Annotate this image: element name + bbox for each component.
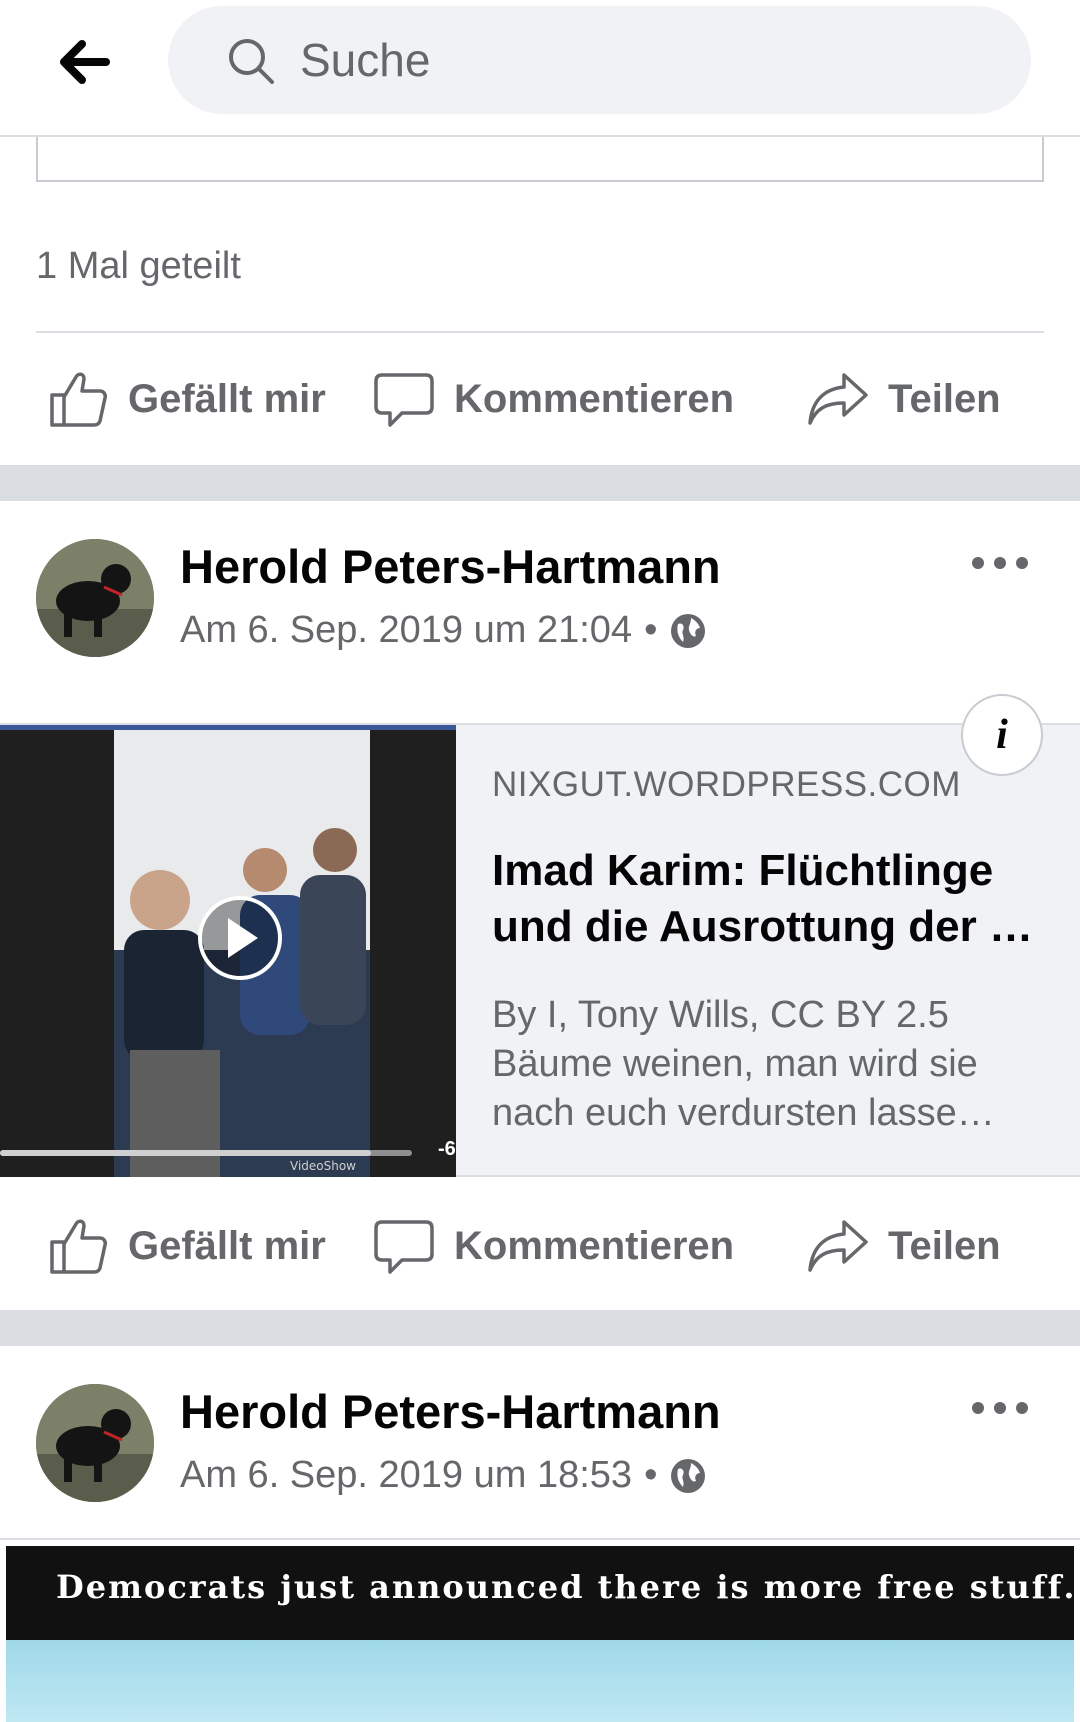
comment-label: Kommentieren [454, 376, 735, 421]
like-button[interactable]: Gefällt mir [46, 1196, 326, 1296]
link-desc-line: By I, Tony Wills, CC BY 2.5 [492, 994, 949, 1036]
video-progress-fill [0, 1150, 371, 1156]
meta-separator: • [644, 1454, 658, 1496]
link-title: Imad Karim: Flüchtlinge und die Ausrottu… [492, 843, 1052, 955]
globe-icon[interactable] [669, 612, 707, 650]
timestamp[interactable]: Am 6. Sep. 2019 um 18:53 [180, 1454, 632, 1497]
timestamp[interactable]: Am 6. Sep. 2019 um 21:04 [180, 609, 632, 652]
share-arrow-icon [808, 1220, 868, 1272]
post-1-footer: 1 Mal geteilt Gefällt mir Kommentieren T… [0, 137, 1080, 465]
search-input[interactable] [300, 30, 980, 90]
dog-avatar-icon [36, 1384, 154, 1502]
feed-separator [0, 465, 1080, 501]
like-label: Gefällt mir [128, 1223, 326, 1268]
image-caption: Democrats just announced there is more f… [56, 1568, 1074, 1606]
like-button[interactable]: Gefällt mir [46, 349, 326, 449]
more-dot-icon [1016, 1402, 1028, 1414]
comment-label: Kommentieren [454, 1223, 735, 1268]
search-box[interactable] [168, 6, 1031, 114]
globe-icon[interactable] [669, 1457, 707, 1495]
more-dot-icon [994, 1402, 1006, 1414]
link-title-line: und die Ausrottung der … [492, 902, 1033, 951]
feed-separator [0, 1310, 1080, 1346]
share-label: Teilen [888, 1223, 1001, 1268]
video-thumbnail[interactable]: VideoShow -6 [0, 725, 456, 1177]
share-button[interactable]: Teilen [806, 349, 1001, 449]
divider [0, 1538, 1080, 1540]
more-dot-icon [1016, 557, 1028, 569]
more-options-button[interactable] [972, 1388, 1028, 1428]
post-2-header: Herold Peters-Hartmann Am 6. Sep. 2019 u… [0, 501, 1080, 701]
share-arrow-icon [808, 373, 868, 425]
link-preview-card[interactable]: VideoShow -6 NIXGUT.WORDPRESS.COM Imad K… [0, 723, 1080, 1177]
thumbs-up-icon [50, 1219, 107, 1274]
comment-icon [374, 1220, 434, 1274]
more-options-button[interactable] [972, 543, 1028, 583]
post-image[interactable]: Democrats just announced there is more f… [6, 1546, 1074, 1722]
more-dot-icon [972, 1402, 984, 1414]
video-progress-track[interactable] [0, 1150, 412, 1156]
video-frame: VideoShow [0, 730, 456, 1177]
more-dot-icon [972, 557, 984, 569]
more-dot-icon [994, 557, 1006, 569]
author-name[interactable]: Herold Peters-Hartmann [180, 1384, 721, 1439]
thumbs-up-icon [50, 372, 107, 427]
comment-button[interactable]: Kommentieren [372, 349, 734, 449]
video-time-remaining: -6 [438, 1138, 456, 1160]
image-sky [6, 1640, 1074, 1722]
search-icon [229, 39, 274, 84]
post-1-action-bar: Gefällt mir Kommentieren Teilen [0, 349, 1080, 449]
post-meta: Am 6. Sep. 2019 um 21:04 • [180, 609, 707, 652]
link-desc-line: Bäume weinen, man wird sie [492, 1043, 978, 1085]
link-domain: NIXGUT.WORDPRESS.COM [492, 765, 961, 804]
link-description: By I, Tony Wills, CC BY 2.5 Bäume weinen… [492, 991, 1052, 1138]
post-1-embed-remnant[interactable] [36, 137, 1044, 182]
avatar[interactable] [36, 1384, 154, 1502]
post-meta: Am 6. Sep. 2019 um 18:53 • [180, 1454, 707, 1497]
info-button[interactable]: i [961, 694, 1043, 776]
like-label: Gefällt mir [128, 376, 326, 421]
link-desc-line: nach euch verdursten lasse… [492, 1092, 995, 1134]
comment-button[interactable]: Kommentieren [372, 1196, 734, 1296]
dog-avatar-icon [36, 539, 154, 657]
share-label: Teilen [888, 376, 1001, 421]
post-2-action-bar: Gefällt mir Kommentieren Teilen [0, 1196, 1080, 1296]
divider [36, 331, 1044, 333]
back-arrow-icon [60, 40, 110, 84]
back-button[interactable] [52, 30, 116, 94]
comment-icon [374, 373, 434, 427]
top-bar [0, 0, 1080, 137]
avatar[interactable] [36, 539, 154, 657]
share-count[interactable]: 1 Mal geteilt [36, 245, 241, 288]
share-button[interactable]: Teilen [806, 1196, 1001, 1296]
video-watermark: VideoShow [290, 1159, 356, 1173]
author-name[interactable]: Herold Peters-Hartmann [180, 539, 721, 594]
meta-separator: • [644, 609, 658, 651]
link-title-line: Imad Karim: Flüchtlinge [492, 846, 994, 895]
post-3-header: Herold Peters-Hartmann Am 6. Sep. 2019 u… [0, 1346, 1080, 1538]
